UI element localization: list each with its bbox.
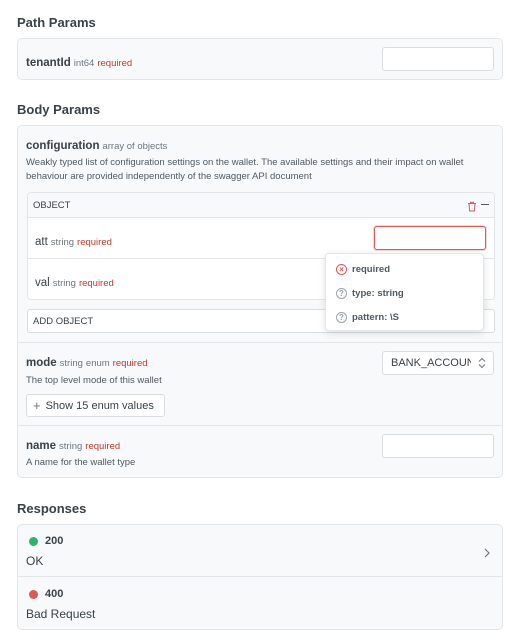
mode-select-value: BANK_ACCOUNT [391, 357, 471, 369]
mode-param: mode string enum required [26, 353, 148, 371]
required-label: required [112, 358, 148, 369]
responses-title: Responses [17, 501, 87, 516]
param-type: string [59, 441, 83, 452]
trash-icon[interactable] [467, 199, 477, 217]
val-param: val string required [35, 273, 114, 291]
response-label: OK [26, 554, 44, 568]
response-200-row[interactable]: 200 OK [18, 525, 502, 577]
popover-text: required [352, 264, 391, 275]
param-type: string [52, 278, 76, 289]
popover-item-type: ? type: string [336, 288, 404, 299]
status-dot [29, 537, 38, 546]
popover-item-pattern: ? pattern: \S [336, 312, 399, 323]
param-name: configuration [26, 140, 100, 152]
divider [18, 342, 502, 343]
param-type: string [59, 358, 83, 369]
att-input[interactable] [374, 226, 486, 250]
configuration-param: configuration array of objects [26, 136, 167, 154]
response-code: 200 [45, 535, 64, 547]
mode-description: The top level mode of this wallet [26, 375, 162, 386]
status-dot [29, 590, 38, 599]
required-label: required [85, 441, 121, 452]
collapse-icon[interactable] [481, 204, 489, 205]
popover-text: pattern: \S [352, 312, 399, 323]
required-label: required [77, 237, 112, 248]
help-icon: ? [336, 288, 347, 299]
att-param: att string required [35, 232, 112, 250]
show-enum-values-button[interactable]: + Show 15 enum values [26, 394, 165, 417]
object-header: OBJECT [28, 193, 494, 218]
param-name: val [35, 277, 50, 289]
response-400-row[interactable]: 400 Bad Request [18, 578, 502, 630]
param-type: array of objects [102, 141, 168, 152]
param-name: tenantId [26, 57, 71, 69]
response-label: Bad Request [26, 607, 96, 621]
response-code: 400 [45, 588, 64, 600]
tenant-param: tenantId int64 required [26, 53, 132, 71]
name-param: name string required [26, 436, 120, 454]
path-params-title: Path Params [17, 15, 96, 30]
configuration-description: Weakly typed list of configuration setti… [26, 157, 464, 182]
path-params-card: tenantId int64 required [17, 38, 503, 80]
param-name: mode [26, 357, 57, 369]
popover-text: type: string [352, 288, 404, 299]
error-icon: × [336, 264, 347, 275]
param-name: att [35, 236, 48, 248]
required-label: required [78, 278, 114, 289]
popover-item-required: × required [336, 264, 390, 275]
body-params-title: Body Params [17, 102, 101, 117]
object-label: OBJECT [33, 200, 71, 211]
chevron-right-icon [484, 545, 490, 563]
divider [18, 425, 502, 426]
param-type: int64 [73, 58, 95, 69]
help-icon: ? [336, 312, 347, 323]
param-enum: enum [85, 358, 110, 369]
name-input[interactable] [382, 434, 494, 458]
validation-popover: × required ? type: string ? pattern: \S [325, 253, 484, 331]
required-label: required [97, 58, 133, 69]
tenant-id-input[interactable] [382, 47, 494, 71]
select-arrows-icon [478, 357, 486, 372]
param-name: name [26, 440, 57, 452]
plus-icon: + [33, 398, 41, 413]
mode-select[interactable]: BANK_ACCOUNT [382, 351, 494, 375]
show-enum-label: Show 15 enum values [45, 399, 154, 412]
responses-card: 200 OK 400 Bad Request [17, 524, 503, 630]
param-type: string [50, 237, 75, 248]
name-description: A name for the wallet type [26, 457, 136, 468]
